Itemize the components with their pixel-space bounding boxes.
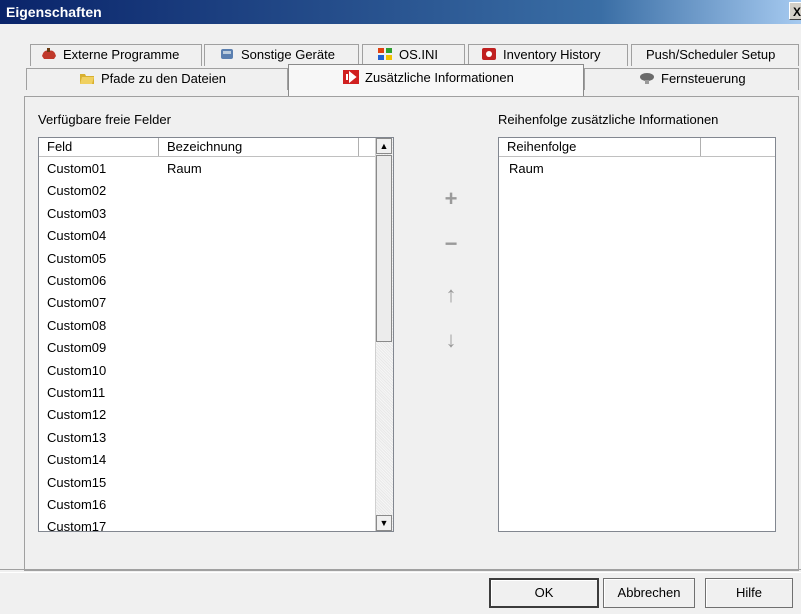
- help-button[interactable]: Hilfe: [705, 578, 793, 608]
- list-header: Feld Bezeichnung: [39, 138, 393, 157]
- table-row[interactable]: Custom10: [39, 362, 376, 384]
- table-row[interactable]: Custom11: [39, 384, 376, 406]
- scroll-down-button[interactable]: ▼: [376, 515, 392, 531]
- order-list-item[interactable]: Raum: [509, 160, 544, 182]
- tab-fernsteuerung[interactable]: Fernsteuerung: [584, 68, 799, 90]
- window-title: Eigenschaften: [6, 4, 102, 20]
- info-arrow-icon: [343, 67, 359, 84]
- move-down-button[interactable]: ↓: [440, 329, 462, 351]
- cell-feld: Custom11: [47, 385, 106, 400]
- tab-label: Zusätzliche Informationen: [365, 70, 514, 85]
- tab-label: Pfade zu den Dateien: [101, 71, 227, 86]
- ok-button[interactable]: OK: [489, 578, 599, 608]
- table-row[interactable]: Custom09: [39, 339, 376, 361]
- remove-button[interactable]: −: [440, 233, 462, 255]
- cell-feld: Custom01: [47, 161, 107, 176]
- scroll-up-button[interactable]: ▲: [376, 138, 392, 154]
- cell-feld: Custom15: [47, 474, 107, 490]
- windows-flag-icon: [377, 47, 393, 61]
- available-fields-label: Verfügbare freie Felder: [38, 112, 171, 127]
- cell-feld: Custom09: [47, 340, 107, 356]
- cell-bezeichnung: Raum: [167, 161, 202, 176]
- app-icon: [41, 47, 57, 61]
- tab-os-ini[interactable]: OS.INI: [362, 44, 465, 66]
- tab-label: Inventory History: [503, 47, 601, 62]
- title-bar: Eigenschaften X: [0, 0, 801, 24]
- bottom-separator: [0, 569, 801, 573]
- scroll-thumb[interactable]: [376, 155, 392, 342]
- table-row[interactable]: Custom07: [39, 294, 376, 316]
- tab-label: Push/Scheduler Setup: [646, 47, 776, 62]
- table-row[interactable]: Custom04: [39, 227, 376, 249]
- list-header: Reihenfolge: [499, 138, 775, 157]
- table-row[interactable]: Custom12: [39, 406, 376, 428]
- table-row[interactable]: Custom17: [39, 518, 376, 532]
- move-up-button[interactable]: ↑: [440, 284, 462, 306]
- inventory-icon: [481, 47, 497, 61]
- vertical-scrollbar[interactable]: ▲ ▼: [375, 138, 393, 531]
- table-row[interactable]: Custom16: [39, 496, 376, 518]
- tab-externe-programme[interactable]: Externe Programme: [30, 44, 202, 66]
- tab-label: Externe Programme: [63, 47, 180, 62]
- tab-push-scheduler-setup[interactable]: Push/Scheduler Setup: [631, 44, 799, 66]
- column-header-reihenfolge[interactable]: Reihenfolge: [499, 138, 701, 156]
- add-button[interactable]: +: [440, 188, 462, 210]
- cell-feld: Custom05: [47, 250, 107, 266]
- device-icon: [219, 47, 235, 61]
- tab-zusaetzliche-informationen[interactable]: Zusätzliche Informationen: [288, 64, 584, 97]
- column-header-feld[interactable]: Feld: [39, 138, 159, 156]
- cell-feld: Custom08: [47, 317, 107, 333]
- close-button[interactable]: X: [789, 2, 801, 20]
- table-row[interactable]: Custom14: [39, 451, 376, 473]
- column-header-empty[interactable]: [701, 138, 775, 156]
- table-row[interactable]: Custom01 Raum: [39, 160, 376, 182]
- table-row[interactable]: Custom15: [39, 474, 376, 496]
- cell-feld: Custom04: [47, 228, 107, 244]
- order-list[interactable]: Reihenfolge Raum: [498, 137, 776, 532]
- tab-inventory-history[interactable]: Inventory History: [468, 44, 628, 66]
- table-row[interactable]: Custom02: [39, 182, 376, 204]
- tab-sonstige-geraete[interactable]: Sonstige Geräte: [204, 44, 359, 66]
- remote-icon: [639, 71, 655, 85]
- cancel-button[interactable]: Abbrechen: [603, 578, 695, 608]
- cell-feld: Custom13: [47, 429, 107, 445]
- folder-icon: [79, 71, 95, 85]
- cell-feld: Custom06: [47, 273, 107, 288]
- cell-feld: Custom10: [47, 362, 107, 378]
- table-row[interactable]: Custom08: [39, 317, 376, 339]
- cell-feld: Custom17: [47, 519, 107, 532]
- table-row[interactable]: Custom13: [39, 429, 376, 451]
- tab-pfade-zu-den-dateien[interactable]: Pfade zu den Dateien: [26, 68, 288, 90]
- column-header-bezeichnung[interactable]: Bezeichnung: [159, 138, 359, 156]
- cell-feld: Custom03: [47, 205, 107, 221]
- tab-label: OS.INI: [399, 47, 439, 62]
- table-row[interactable]: Custom06: [39, 272, 376, 294]
- order-label: Reihenfolge zusätzliche Informationen: [498, 112, 719, 127]
- cell-feld: Custom16: [47, 497, 107, 512]
- cell-feld: Custom12: [47, 407, 107, 423]
- cell-feld: Custom14: [47, 452, 107, 468]
- available-fields-list[interactable]: Feld Bezeichnung Custom01 Raum Custom02 Cus…: [38, 137, 394, 532]
- cell-feld: Custom02: [47, 183, 107, 199]
- tab-label: Fernsteuerung: [661, 71, 746, 86]
- cell-feld: Custom07: [47, 295, 107, 311]
- tab-label: Sonstige Geräte: [241, 47, 335, 62]
- table-row[interactable]: Custom03: [39, 205, 376, 227]
- table-row[interactable]: Custom05: [39, 250, 376, 272]
